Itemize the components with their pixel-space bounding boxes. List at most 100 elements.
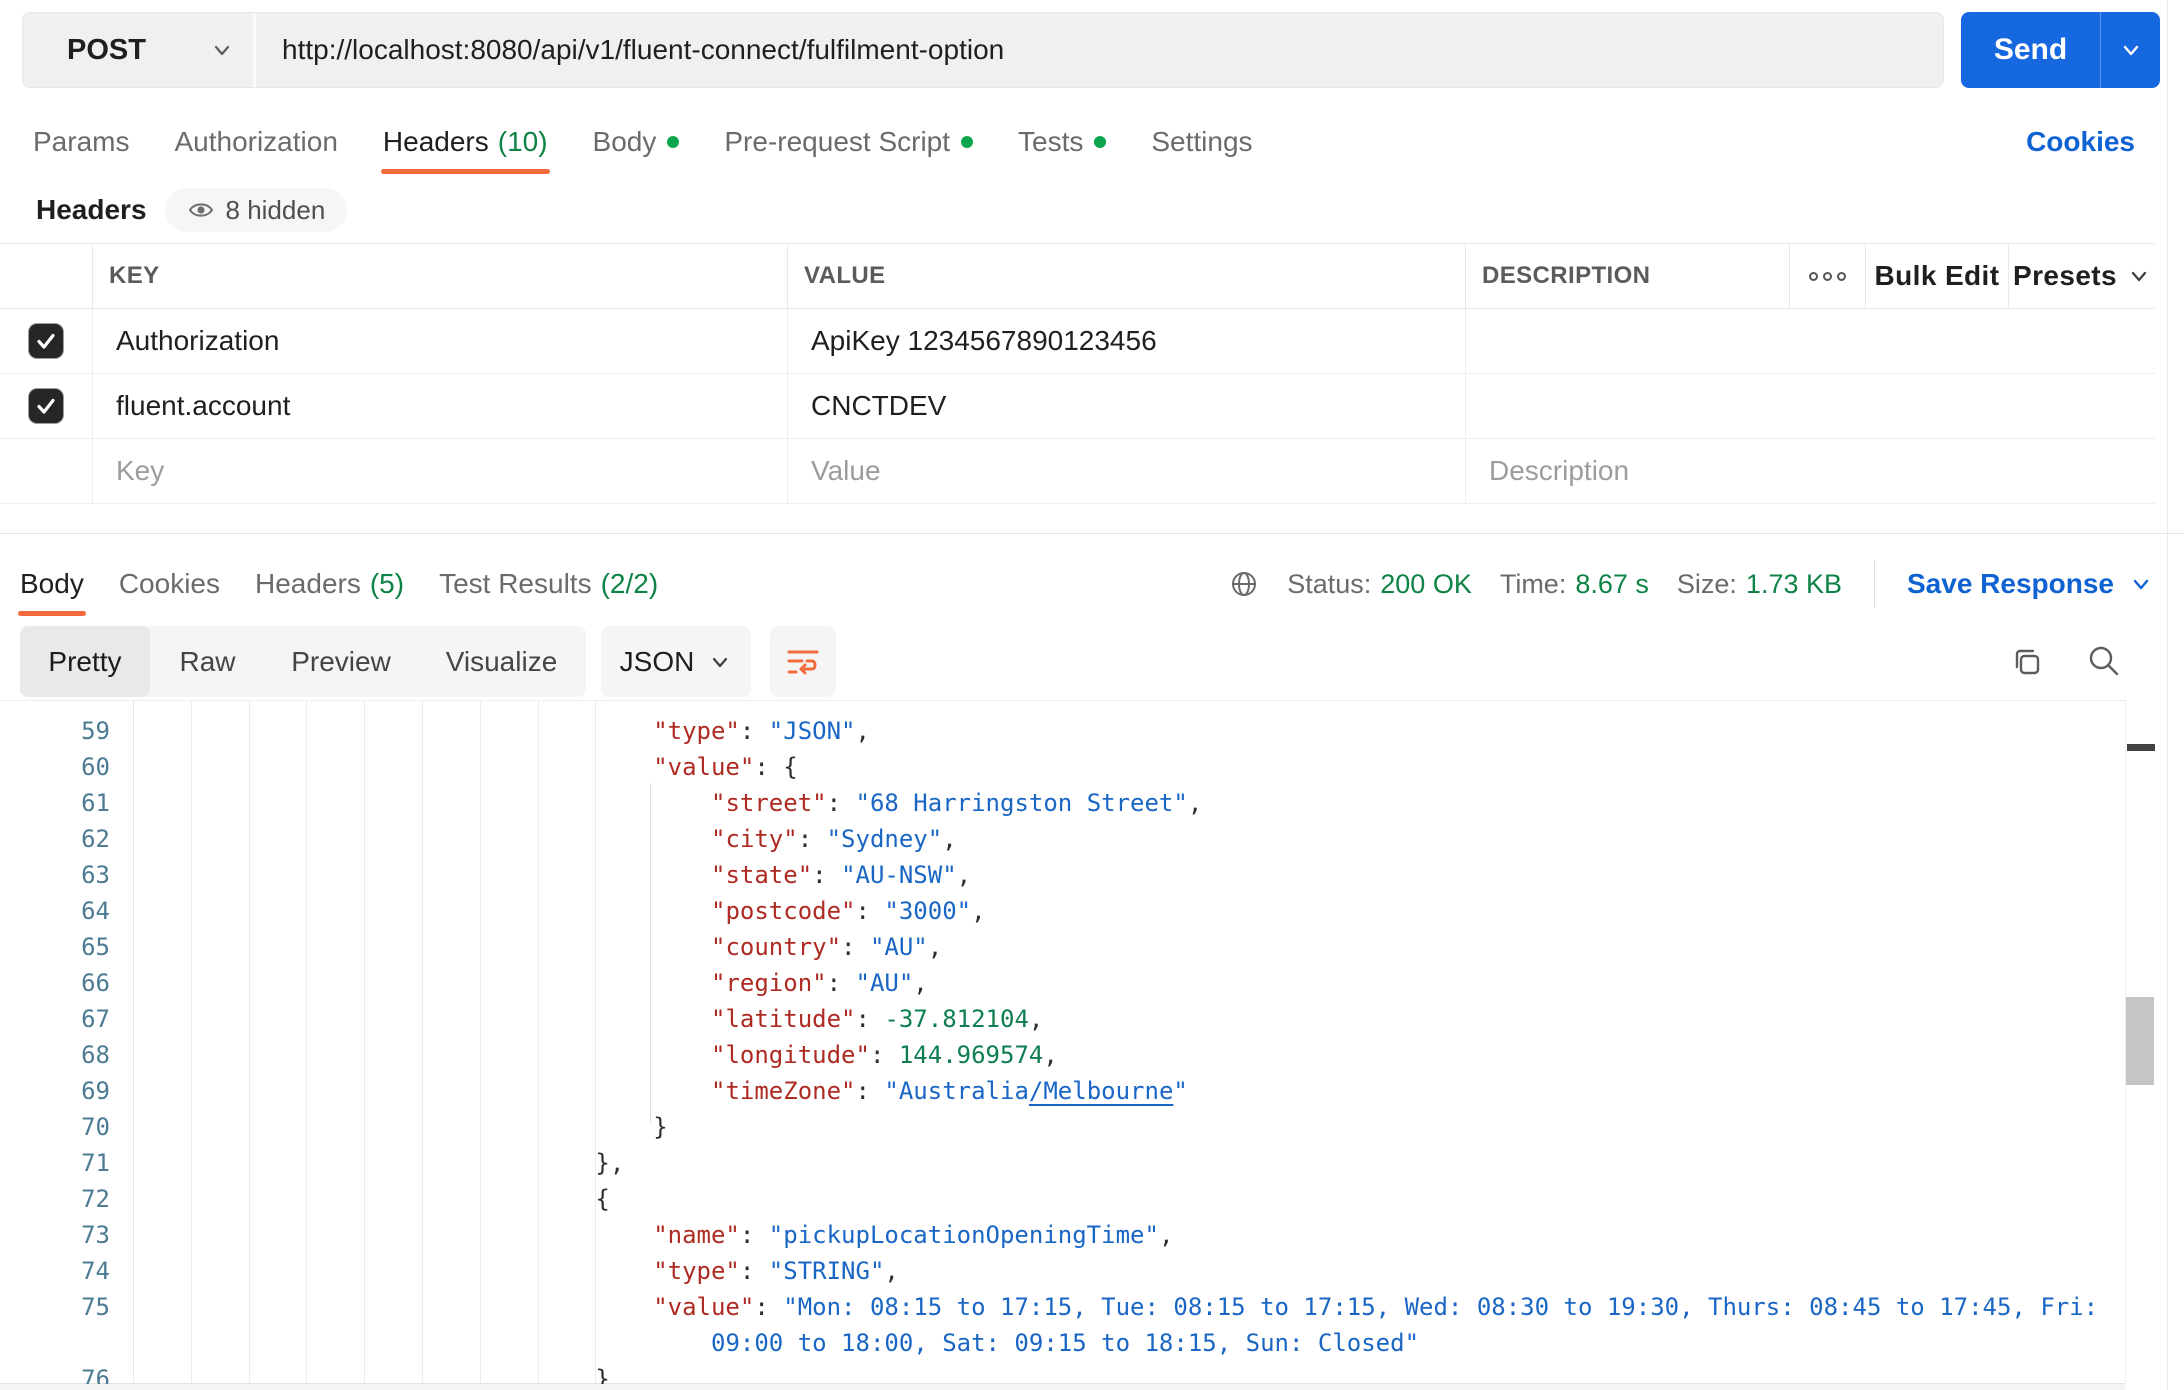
tab-count-badge: (2/2)	[600, 568, 659, 599]
request-tab-headers[interactable]: Headers (10)	[380, 112, 550, 174]
more-options-icon[interactable]	[1809, 271, 1846, 281]
view-tab-raw[interactable]: Raw	[150, 626, 265, 697]
modified-dot-icon	[961, 136, 974, 148]
response-tab-cookies[interactable]: Cookies	[119, 554, 220, 614]
tab-label: Body	[20, 568, 84, 599]
response-tab-test-results[interactable]: Test Results (2/2)	[439, 554, 658, 614]
wrap-lines-button[interactable]	[770, 626, 836, 697]
value-input-placeholder[interactable]: Value	[787, 439, 1465, 503]
save-response-button[interactable]: Save Response	[1907, 568, 2154, 600]
timezone-link[interactable]: /Melbourne	[1029, 1077, 1174, 1105]
code-line: 72 {	[0, 1181, 2125, 1217]
new-header-row: Key Value Description	[0, 439, 2155, 504]
line-number: 62	[81, 825, 110, 853]
request-tab-body[interactable]: Body	[593, 112, 680, 172]
row-enabled-checkbox[interactable]	[29, 324, 63, 358]
line-number: 70	[81, 1113, 110, 1141]
line-number: 72	[81, 1185, 110, 1213]
hidden-headers-toggle[interactable]: 8 hidden	[164, 188, 348, 232]
save-response-label: Save Response	[1907, 568, 2114, 599]
value-cell[interactable]: CNCTDEV	[787, 374, 1465, 438]
line-content: "country": "AU",	[133, 929, 942, 965]
bulk-edit-button[interactable]: Bulk Edit	[1875, 260, 2000, 292]
size-value: 1.73 KB	[1745, 568, 1842, 599]
request-tab-authorization[interactable]: Authorization	[174, 112, 337, 172]
line-content: "state": "AU-NSW",	[133, 857, 971, 893]
line-number: 61	[81, 789, 110, 817]
url-input[interactable]: http://localhost:8080/api/v1/fluent-conn…	[256, 13, 1943, 87]
token-key: "city"	[711, 825, 798, 853]
description-input-placeholder[interactable]: Description	[1465, 439, 2155, 503]
line-number: 65	[81, 933, 110, 961]
line-number: 66	[81, 969, 110, 997]
row-enabled-checkbox[interactable]	[29, 389, 63, 423]
request-tab-tests[interactable]: Tests	[1018, 112, 1107, 172]
view-tab-preview[interactable]: Preview	[265, 626, 417, 697]
checkbox-cell	[0, 439, 92, 503]
code-line: 09:00 to 18:00, Sat: 09:15 to 18:15, Sun…	[0, 1325, 2125, 1361]
token-pun: }	[595, 1365, 610, 1384]
request-tab-params[interactable]: Params	[33, 112, 129, 172]
description-cell[interactable]	[1465, 309, 2155, 373]
line-content: "timeZone": "Australia/Melbourne"	[133, 1073, 1188, 1109]
horizontal-scrollbar-track[interactable]	[0, 1383, 2125, 1390]
code-line: 64 "postcode": "3000",	[0, 893, 2125, 929]
key-cell[interactable]: fluent.account	[92, 374, 787, 438]
time-value: 8.67 s	[1575, 568, 1649, 599]
request-tab-pre-request-script[interactable]: Pre-request Script	[724, 112, 974, 172]
token-str: "pickupLocationOpeningTime"	[768, 1221, 1159, 1249]
tab-label: Body	[592, 126, 657, 157]
token-pun: :	[739, 1257, 769, 1285]
request-tab-settings[interactable]: Settings	[1151, 112, 1252, 172]
line-number: 59	[81, 717, 110, 745]
token-pun: },	[595, 1149, 625, 1177]
network-globe-icon[interactable]	[1229, 569, 1259, 599]
tab-count-badge: (10)	[497, 126, 548, 157]
vertical-scrollbar-thumb[interactable]	[2126, 997, 2154, 1085]
token-str: "	[1173, 1077, 1188, 1105]
token-pun: ,	[956, 861, 972, 889]
line-number: 73	[81, 1221, 110, 1249]
checkbox-cell	[0, 309, 92, 373]
table-header-row: KEY VALUE DESCRIPTION Bulk Edit Presets	[0, 243, 2155, 309]
response-body-viewer[interactable]: 59 "type": "JSON", 60 "value": {61 "street":…	[0, 700, 2125, 1384]
token-pun: :	[754, 1293, 784, 1321]
code-line: 75 "value": "Mon: 08:15 to 17:15, Tue: 08…	[0, 1289, 2125, 1325]
code-line: 61 "street": "68 Harringston Street",	[0, 785, 2125, 821]
method-select[interactable]: POST	[23, 13, 253, 87]
token-pun: ,	[1158, 1221, 1174, 1249]
key-input-placeholder[interactable]: Key	[92, 439, 787, 503]
description-cell[interactable]	[1465, 374, 2155, 438]
view-tab-pretty[interactable]: Pretty	[20, 626, 150, 697]
token-pun: :	[826, 969, 856, 997]
token-pun: ,	[913, 969, 928, 997]
value-cell[interactable]: ApiKey 1234567890123456	[787, 309, 1465, 373]
eye-icon	[188, 203, 213, 217]
code-line: 71},	[0, 1145, 2125, 1181]
response-tab-headers[interactable]: Headers (5)	[255, 554, 404, 614]
token-num: 144.969574	[898, 1041, 1044, 1069]
size-indicator: Size: 1.73 KB	[1677, 569, 1842, 600]
presets-button[interactable]: Presets	[2013, 260, 2151, 292]
line-content: "value": {	[133, 749, 798, 785]
column-description: DESCRIPTION	[1465, 244, 1789, 308]
token-pun: ,	[884, 1257, 899, 1285]
search-response-button[interactable]	[2086, 643, 2122, 679]
headers-section-header: Headers 8 hidden	[36, 184, 348, 236]
line-number: 60	[81, 753, 110, 781]
code-line: 69 "timeZone": "Australia/Melbourne"	[0, 1073, 2125, 1109]
view-tab-visualize[interactable]: Visualize	[417, 626, 586, 697]
key-cell[interactable]: Authorization	[92, 309, 787, 373]
copy-response-button[interactable]	[2010, 645, 2044, 679]
format-select[interactable]: JSON	[601, 626, 751, 697]
line-number: 75	[81, 1293, 110, 1321]
line-number: 67	[81, 1005, 110, 1033]
token-key: "country"	[711, 933, 842, 961]
response-tab-body[interactable]: Body	[18, 554, 86, 616]
cookies-link[interactable]: Cookies	[2026, 112, 2135, 172]
send-label: Send	[1993, 33, 2068, 66]
response-tabs: Body Cookies Headers (5) Test Results (2/2)	[18, 552, 658, 616]
line-content: "postcode": "3000",	[133, 893, 986, 929]
send-options-button[interactable]	[2101, 12, 2160, 88]
send-button[interactable]: Send	[1961, 12, 2100, 88]
